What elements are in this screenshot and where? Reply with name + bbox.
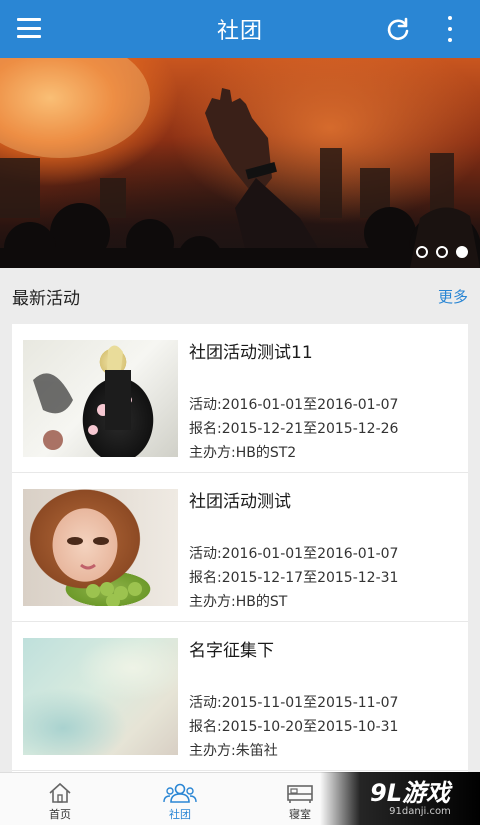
nav-label: 首页 (49, 808, 71, 821)
organizer: 主办方:HB的ST (189, 594, 288, 610)
activity-name: 名字征集下 (189, 641, 274, 661)
activity-item[interactable]: 名字征集下 活动:2015-11-01至2015-11-07 报名:2015-1… (12, 622, 468, 771)
activity-name: 社团活动测试11 (189, 343, 313, 363)
nav-label: 社团 (169, 808, 191, 821)
signup-dates: 报名:2015-12-17至2015-12-31 (189, 570, 399, 586)
signup-dates: 报名:2015-12-21至2015-12-26 (189, 421, 399, 437)
banner-carousel[interactable] (0, 58, 480, 268)
site-watermark: 9L游戏 91danji.com (320, 772, 480, 825)
club-icon (163, 783, 197, 803)
overflow-menu-icon[interactable] (442, 16, 458, 42)
section-title: 最新活动 (12, 288, 80, 309)
section-header: 最新活动 更多 (0, 268, 480, 324)
home-icon (49, 782, 71, 803)
nav-item-home[interactable]: 首页 (0, 773, 120, 825)
activity-dates: 活动:2016-01-01至2016-01-07 (189, 546, 399, 562)
activity-list: 社团活动测试11 活动:2016-01-01至2016-01-07 报名:201… (12, 324, 468, 772)
activity-item[interactable]: 社团活动测试11 活动:2016-01-01至2016-01-07 报名:201… (12, 324, 468, 473)
nav-label: 寝室 (289, 808, 311, 821)
menu-icon[interactable] (17, 18, 41, 38)
dorm-icon (287, 785, 313, 803)
concert-crowd-image (0, 58, 480, 268)
carousel-indicator (416, 246, 468, 258)
activity-name: 社团活动测试 (189, 492, 291, 512)
top-app-bar: 社团 (0, 0, 480, 58)
signup-dates: 报名:2015-10-20至2015-10-31 (189, 719, 399, 735)
activity-dates: 活动:2015-11-01至2015-11-07 (189, 695, 399, 711)
page-title: 社团 (216, 19, 263, 44)
more-link[interactable]: 更多 (438, 286, 468, 307)
organizer: 主办方:朱笛社 (189, 743, 278, 759)
activity-item[interactable]: 社团活动测试 活动:2016-01-01至2016-01-07 报名:2015-… (12, 473, 468, 622)
activity-thumbnail (23, 489, 178, 606)
activity-thumbnail (23, 340, 178, 457)
carousel-dot-active[interactable] (456, 246, 468, 258)
activity-dates: 活动:2016-01-01至2016-01-07 (189, 397, 399, 413)
carousel-dot[interactable] (436, 246, 448, 258)
refresh-icon[interactable] (385, 16, 411, 42)
watermark-logo: 9L游戏 (370, 779, 450, 807)
watermark-url: 91danji.com (389, 806, 451, 817)
activity-thumbnail (23, 638, 178, 755)
carousel-dot[interactable] (416, 246, 428, 258)
nav-item-club[interactable]: 社团 (120, 773, 240, 825)
organizer: 主办方:HB的ST2 (189, 445, 297, 461)
